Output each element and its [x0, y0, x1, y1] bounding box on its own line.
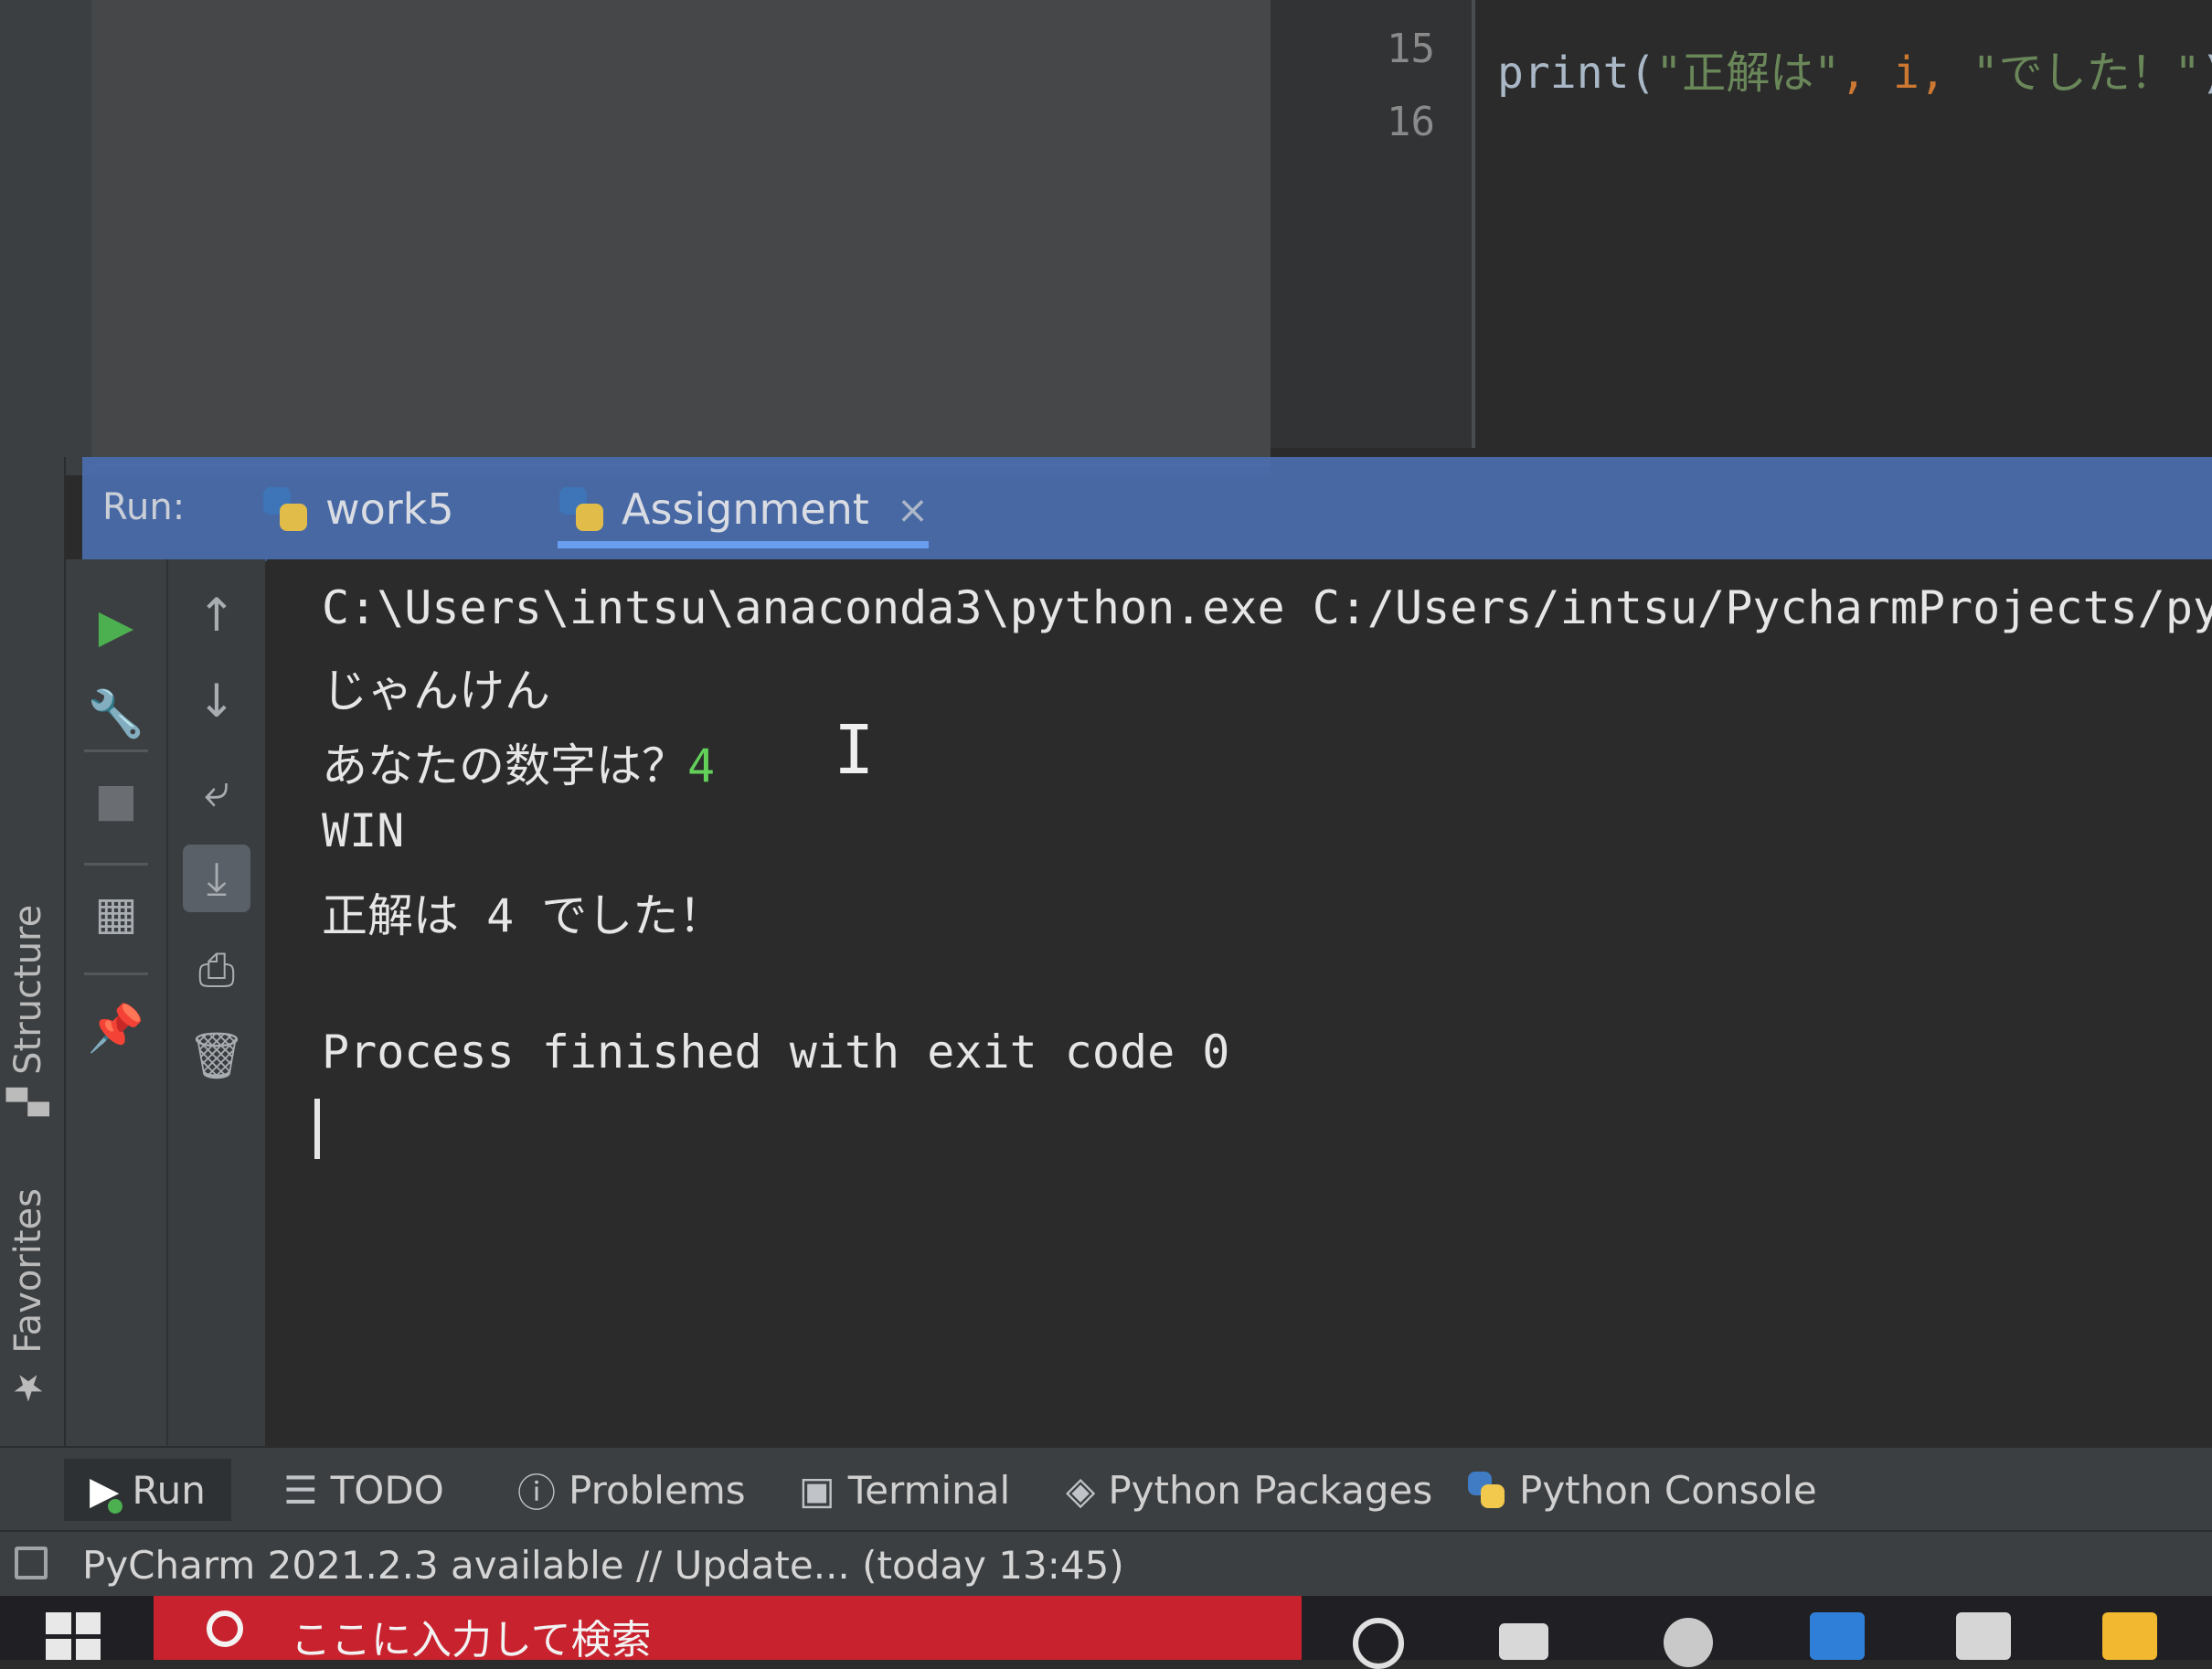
code-editor[interactable]: print("正解は", i, "でした！") — [1475, 0, 2212, 448]
clear-all-button[interactable]: 🗑 — [183, 1022, 250, 1090]
process-finished-line: Process finished with exit code 0 — [322, 1026, 1230, 1079]
tab-label: Run — [132, 1467, 206, 1513]
pin-tab-button[interactable]: 📌 — [82, 994, 150, 1062]
play-icon: ▶ — [98, 600, 134, 653]
run-tool-window-header: Run: work5 Assignment × — [82, 457, 2212, 561]
tab-terminal[interactable]: ▣ Terminal — [799, 1459, 1010, 1521]
close-icon[interactable]: × — [897, 487, 929, 532]
structure-label: Structure — [7, 905, 49, 1076]
cortana-icon[interactable] — [1353, 1618, 1404, 1669]
line-number: 16 — [1387, 99, 1435, 145]
windows-taskbar: ここに入力して検索 — [0, 1596, 2212, 1669]
tab-problems[interactable]: ⓘ Problems — [517, 1459, 746, 1521]
tab-assignment[interactable]: Assignment × — [558, 477, 930, 548]
code-token-args: , i, — [1840, 48, 1973, 99]
layout-icon: ▦ — [94, 887, 138, 940]
arrow-down-icon: ↓ — [197, 675, 236, 728]
windows-start-icon[interactable] — [46, 1612, 101, 1660]
editor-gutter: 15 16 — [1271, 0, 1475, 448]
output-line: WIN — [322, 804, 405, 857]
settings-button[interactable]: 🔧 — [82, 680, 150, 748]
favorites-panel-button[interactable]: ★ Favorites — [7, 1188, 49, 1409]
tab-python-console[interactable]: Python Console — [1466, 1459, 1817, 1521]
wrench-icon: 🔧 — [87, 686, 145, 740]
folder-icon[interactable] — [2102, 1612, 2157, 1660]
tab-label: Problems — [569, 1467, 746, 1513]
running-indicator — [108, 1499, 122, 1514]
terminal-icon: ▣ — [799, 1467, 835, 1513]
up-stack-button[interactable]: ↑ — [183, 581, 250, 649]
layout-button[interactable]: ▦ — [82, 879, 150, 947]
structure-panel-button[interactable]: ▞ Structure — [7, 905, 49, 1116]
python-icon — [1466, 1470, 1506, 1510]
rerun-button[interactable]: ▶ — [82, 592, 150, 660]
tab-run[interactable]: ▶ Run — [64, 1459, 231, 1521]
code-token-function: print( — [1497, 48, 1656, 99]
favorites-label: Favorites — [7, 1188, 49, 1354]
store-icon[interactable] — [1956, 1612, 2011, 1660]
prompt-text: あなたの数字は？ — [322, 739, 687, 792]
console-output[interactable]: C:\Users\intsu\anaconda3\python.exe C:/U… — [267, 559, 2212, 1446]
stop-button[interactable]: ■ — [82, 766, 150, 834]
down-stack-button[interactable]: ↓ — [183, 667, 250, 735]
printer-icon: ⎙ — [198, 942, 235, 996]
list-icon: ☰ — [283, 1467, 318, 1513]
soft-wrap-button[interactable]: ⤶ — [183, 757, 250, 824]
tab-label: TODO — [330, 1467, 444, 1513]
scroll-end-icon: ⤓ — [206, 851, 228, 905]
ibeam-cursor-icon: I — [834, 711, 875, 790]
trash-icon: 🗑 — [187, 1028, 246, 1082]
task-view-icon[interactable] — [1499, 1623, 1548, 1660]
search-icon — [207, 1611, 243, 1647]
output-line: 正解は 4 でした！ — [322, 889, 725, 942]
command-line: C:\Users\intsu\anaconda3\python.exe C:/U… — [322, 581, 2212, 634]
editor-left-inner — [91, 0, 1271, 466]
structure-icon: ▞ — [7, 1088, 49, 1116]
prompt-line: あなたの数字は？4 — [322, 729, 715, 795]
taskbar-search-box[interactable]: ここに入力して検索 — [154, 1596, 1302, 1664]
tab-label: Python Packages — [1108, 1467, 1433, 1513]
arrow-up-icon: ↑ — [197, 589, 236, 642]
python-icon — [558, 485, 605, 533]
tab-label: Terminal — [847, 1467, 1011, 1513]
run-label: Run: — [102, 486, 186, 528]
tab-label: Assignment — [622, 484, 869, 534]
stop-icon: ■ — [94, 773, 138, 826]
output-line: じゃんけん — [322, 664, 550, 718]
toolbar-divider — [84, 863, 148, 866]
tab-todo[interactable]: ☰ TODO — [283, 1459, 444, 1521]
line-number: 15 — [1387, 26, 1435, 72]
code-token-string: "正解は" — [1655, 48, 1841, 99]
wrap-icon: ⤶ — [204, 763, 229, 817]
text-caret — [314, 1099, 320, 1159]
status-bar: PyCharm 2021.2.3 available // Update... … — [0, 1530, 2212, 1598]
user-input-value: 4 — [687, 739, 716, 792]
toggle-tool-windows-icon[interactable] — [15, 1547, 48, 1579]
tab-label: work5 — [325, 484, 454, 534]
bottom-tool-bar: ▶ Run ☰ TODO ⓘ Problems ▣ Terminal ◈ Pyt… — [0, 1446, 2212, 1532]
toolbar-divider — [84, 749, 148, 752]
run-toolbar-secondary: ↑ ↓ ⤶ ⤓ ⎙ 🗑 — [168, 559, 265, 1446]
left-tool-strip: ▞ Structure ★ Favorites — [0, 457, 66, 1453]
code-line-15[interactable]: print("正解は", i, "でした！") — [1497, 37, 2212, 101]
toolbar-divider — [84, 973, 148, 975]
python-icon — [261, 485, 309, 533]
code-token-paren: ) — [2201, 48, 2212, 99]
mail-icon[interactable] — [1810, 1612, 1865, 1660]
update-notification[interactable]: PyCharm 2021.2.3 available // Update... … — [82, 1543, 1124, 1588]
tab-label: Python Console — [1519, 1467, 1817, 1513]
scroll-to-end-button[interactable]: ⤓ — [183, 845, 250, 912]
tab-python-packages[interactable]: ◈ Python Packages — [1066, 1459, 1432, 1521]
tab-work5[interactable]: work5 — [261, 477, 454, 541]
print-button[interactable]: ⎙ — [183, 936, 250, 1004]
code-token-string: "でした！" — [1972, 48, 2201, 99]
warning-icon: ⓘ — [517, 1470, 557, 1515]
run-toolbar-primary: ▶ 🔧 ■ ▦ 📌 — [66, 559, 168, 1446]
layers-icon: ◈ — [1066, 1467, 1096, 1513]
search-placeholder: ここに入力して検索 — [291, 1617, 652, 1664]
pin-icon: 📌 — [87, 1001, 145, 1055]
star-icon: ★ — [7, 1366, 49, 1409]
editor-left-panel — [0, 0, 1271, 475]
